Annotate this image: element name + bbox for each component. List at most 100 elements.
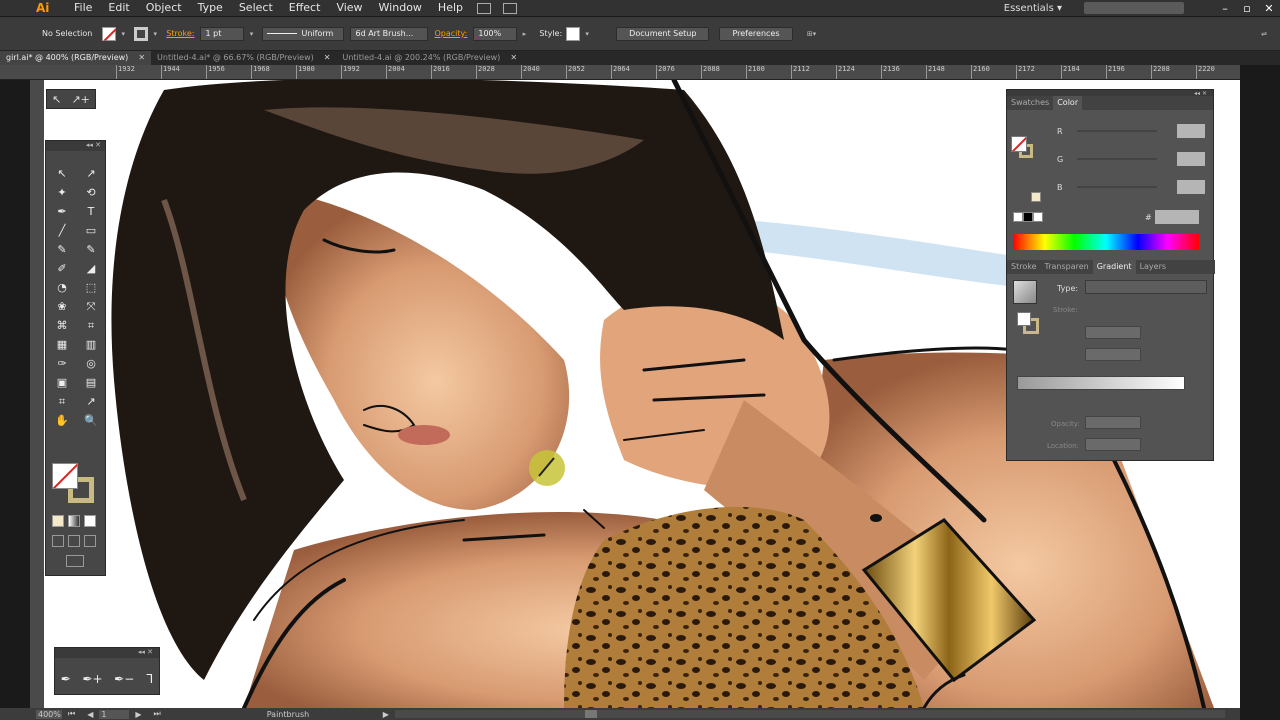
zoom-field[interactable]: 400% <box>36 709 62 719</box>
tab-stroke[interactable]: Stroke <box>1007 260 1041 274</box>
search-input[interactable] <box>1084 2 1184 14</box>
graphic-style-swatch[interactable] <box>566 26 581 41</box>
prev-page-icon[interactable]: ◀ <box>87 710 93 719</box>
tool-icon-24[interactable]: ⌗ <box>50 393 74 411</box>
red-slider[interactable] <box>1077 130 1157 132</box>
gradient-fill-box[interactable] <box>1017 312 1031 326</box>
document-setup-button[interactable]: Document Setup <box>616 26 710 41</box>
panel-collapse-icon[interactable]: ◂◂ ✕ <box>55 648 159 658</box>
tool-icon-14[interactable]: ❀ <box>50 298 74 316</box>
green-value-field[interactable] <box>1177 152 1205 166</box>
preferences-button[interactable]: Preferences <box>719 26 793 41</box>
color-spectrum[interactable] <box>1013 234 1199 250</box>
tab-girl[interactable]: girl.ai* @ 400% (RGB/Preview) ✕ <box>0 51 152 65</box>
hex-field[interactable] <box>1155 210 1199 224</box>
tool-icon-7[interactable]: ▭ <box>79 222 103 240</box>
tool-icon-4[interactable]: ✒ <box>50 203 74 221</box>
color-mode-icon[interactable] <box>52 515 64 527</box>
brush-definition-select[interactable]: 6d Art Brush... <box>350 26 429 41</box>
stroke-weight-dropdown-icon[interactable]: ▾ <box>246 27 256 41</box>
bridge-icon[interactable] <box>477 2 491 14</box>
current-tool-status[interactable]: Paintbrush <box>267 710 377 719</box>
style-dropdown-icon[interactable]: ▾ <box>582 27 592 41</box>
panel-fill-stroke[interactable] <box>1011 136 1033 158</box>
tool-icon-26[interactable]: ✋ <box>50 412 74 430</box>
selection-tool-icon[interactable]: ↖ <box>52 93 61 106</box>
tool-icon-16[interactable]: ⌘ <box>50 317 74 335</box>
tool-icon-12[interactable]: ◔ <box>50 279 74 297</box>
none-swatch[interactable] <box>1013 212 1023 222</box>
close-tab-icon[interactable]: ✕ <box>324 51 331 65</box>
tool-icon-18[interactable]: ▦ <box>50 336 74 354</box>
draw-inside-icon[interactable] <box>84 535 96 547</box>
none-mode-icon[interactable] <box>84 515 96 527</box>
menu-type[interactable]: Type <box>190 0 231 16</box>
white-swatch[interactable] <box>1033 212 1043 222</box>
tool-icon-13[interactable]: ⬚ <box>79 279 103 297</box>
opacity-dropdown-icon[interactable]: ▸ <box>519 27 529 41</box>
tab-layers[interactable]: Layers <box>1136 260 1170 274</box>
stroke-panel-link[interactable]: Stroke: <box>166 29 194 38</box>
tool-icon-27[interactable]: 🔍 <box>79 412 103 430</box>
draw-behind-icon[interactable] <box>68 535 80 547</box>
vertical-ruler[interactable] <box>30 80 44 708</box>
menu-select[interactable]: Select <box>231 0 281 16</box>
panel-fill-box[interactable] <box>1011 136 1027 152</box>
menu-view[interactable]: View <box>328 0 370 16</box>
horizontal-scrollbar[interactable] <box>395 710 1225 718</box>
variable-width-profile-select[interactable]: Uniform <box>262 26 345 41</box>
blue-slider[interactable] <box>1077 186 1157 188</box>
close-tab-icon[interactable]: ✕ <box>510 51 517 65</box>
blue-value-field[interactable] <box>1177 180 1205 194</box>
stroke-swatch[interactable] <box>134 26 149 41</box>
black-swatch[interactable] <box>1023 212 1033 222</box>
tab-color[interactable]: Color <box>1053 96 1083 110</box>
opacity-panel-link[interactable]: Opacity: <box>434 29 467 38</box>
gradient-location-field[interactable] <box>1085 438 1141 451</box>
tool-icon-17[interactable]: ⌗ <box>79 317 103 335</box>
menu-effect[interactable]: Effect <box>281 0 329 16</box>
red-value-field[interactable] <box>1177 124 1205 138</box>
first-page-icon[interactable]: ⏮ <box>68 709 75 719</box>
pen-tool-icon[interactable]: ✒ <box>61 672 71 686</box>
tool-icon-5[interactable]: T <box>79 203 103 221</box>
opacity-field[interactable]: 100% <box>473 26 518 41</box>
menu-file[interactable]: File <box>66 0 100 16</box>
next-page-icon[interactable]: ▶ <box>135 710 141 719</box>
gradient-mode-icon[interactable] <box>68 515 80 527</box>
workspace-switcher[interactable]: Essentials ▾ <box>1004 3 1062 14</box>
horizontal-ruler[interactable]: 1932 1944 1956 1968 1980 1992 2004 2016 2028 2040… <box>0 65 1240 80</box>
green-slider[interactable] <box>1077 158 1157 160</box>
stroke-dropdown-icon[interactable]: ▾ <box>150 27 160 41</box>
fill-dropdown-icon[interactable]: ▾ <box>118 27 128 41</box>
menu-object[interactable]: Object <box>138 0 190 16</box>
tool-icon-25[interactable]: ↗ <box>79 393 103 411</box>
tool-icon-15[interactable]: ⤧ <box>79 298 103 316</box>
tool-icon-3[interactable]: ⟲ <box>79 184 103 202</box>
tab-gradient[interactable]: Gradient <box>1092 260 1136 274</box>
gradient-opacity-field[interactable] <box>1085 416 1141 429</box>
tab-swatches[interactable]: Swatches <box>1007 96 1053 110</box>
gradient-angle-field[interactable] <box>1085 326 1141 339</box>
gradient-slider[interactable] <box>1017 376 1185 390</box>
tool-icon-9[interactable]: ✎ <box>79 241 103 259</box>
delete-anchor-icon[interactable]: ✒− <box>114 672 134 686</box>
gradient-thumbnail[interactable] <box>1013 280 1037 304</box>
tool-icon-20[interactable]: ✑ <box>50 355 74 373</box>
tab-untitled-4-a[interactable]: Untitled-4.ai* @ 66.67% (RGB/Preview) ✕ <box>151 51 336 65</box>
screen-mode-icon[interactable] <box>66 555 84 567</box>
menu-help[interactable]: Help <box>430 0 471 16</box>
arrange-documents-icon[interactable] <box>503 2 517 14</box>
tool-icon-10[interactable]: ✐ <box>50 260 74 278</box>
stroke-weight-field[interactable]: 1 pt <box>200 26 245 41</box>
tool-icon-6[interactable]: ╱ <box>50 222 74 240</box>
fill-swatch[interactable] <box>102 26 117 41</box>
status-menu-icon[interactable]: ▶ <box>383 710 389 719</box>
tool-icon-22[interactable]: ▣ <box>50 374 74 392</box>
tool-icon-2[interactable]: ✦ <box>50 184 74 202</box>
scrollbar-thumb[interactable] <box>585 710 597 718</box>
tool-icon-21[interactable]: ◎ <box>79 355 103 373</box>
menu-window[interactable]: Window <box>371 0 430 16</box>
add-anchor-tool-icon[interactable]: ↗+ <box>71 93 89 106</box>
gradient-type-select[interactable] <box>1085 280 1207 294</box>
